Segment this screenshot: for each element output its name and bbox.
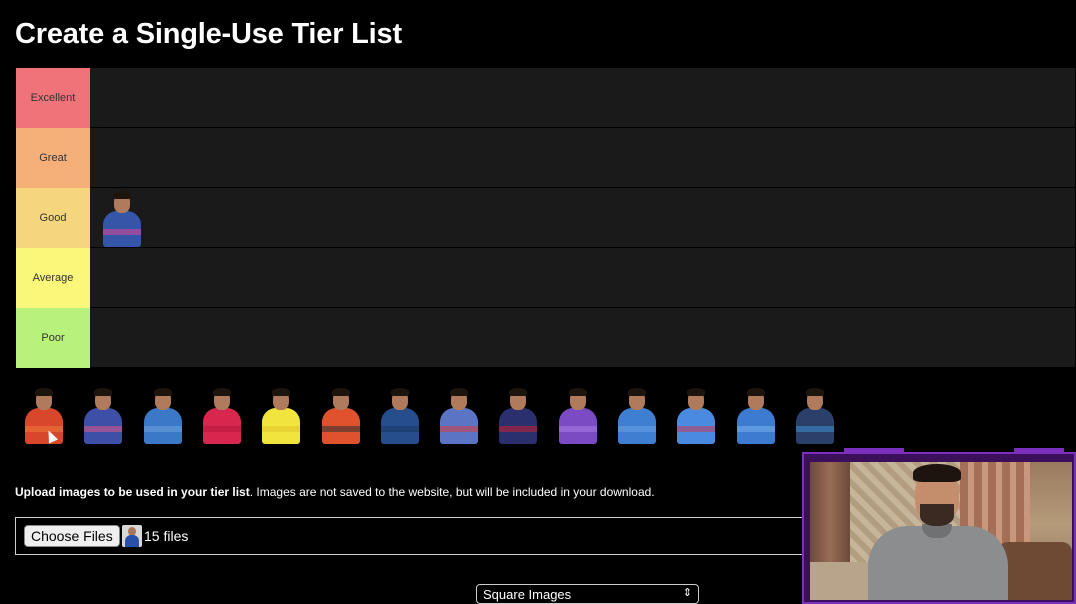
tier-row-excellent[interactable]: Excellent	[16, 68, 1075, 128]
file-thumbnail	[122, 525, 142, 547]
player-7-image[interactable]	[378, 388, 422, 444]
player-8-image[interactable]	[437, 388, 481, 444]
select-arrows-icon: ⇕	[682, 587, 692, 599]
tier-board: Excellent Great Good Average Poor	[16, 68, 1075, 368]
player-9-image[interactable]	[496, 388, 540, 444]
player-6-image[interactable]	[319, 388, 363, 444]
image-shape-selected: Square Images	[483, 587, 572, 602]
tier-row-average[interactable]: Average	[16, 248, 1075, 308]
webcam-video	[810, 462, 1072, 600]
upload-instructions-bold: Upload images to be used in your tier li…	[15, 485, 250, 499]
player-12-image[interactable]	[674, 388, 718, 444]
upload-instructions-rest: . Images are not saved to the website, b…	[249, 485, 655, 499]
page-title: Create a Single-Use Tier List	[15, 18, 402, 50]
upload-instructions: Upload images to be used in your tier li…	[15, 485, 655, 499]
unranked-image-pool	[22, 386, 852, 446]
player-4-image[interactable]	[200, 388, 244, 444]
file-upload-box: Choose Files 15 files	[15, 517, 815, 555]
image-shape-select[interactable]: Square Images ⇕	[476, 584, 699, 604]
tier-dropzone-great[interactable]	[90, 128, 1075, 188]
player-5-image[interactable]	[259, 388, 303, 444]
file-count: 15 files	[144, 528, 189, 544]
tier-label-good: Good	[16, 188, 90, 248]
webcam-overlay	[802, 448, 1076, 604]
tier-row-good[interactable]: Good	[16, 188, 1075, 248]
tier-dropzone-average[interactable]	[90, 248, 1075, 308]
tier-row-great[interactable]: Great	[16, 128, 1075, 188]
player-blue-pink-kit-image[interactable]	[100, 191, 144, 247]
tier-label-poor: Poor	[16, 308, 90, 368]
tier-label-great: Great	[16, 128, 90, 188]
player-2-image[interactable]	[81, 388, 125, 444]
player-11-image[interactable]	[615, 388, 659, 444]
player-3-image[interactable]	[141, 388, 185, 444]
tier-dropzone-good[interactable]	[90, 188, 1075, 248]
tier-label-average: Average	[16, 248, 90, 308]
choose-files-button[interactable]: Choose Files	[24, 525, 120, 547]
player-1-image[interactable]	[22, 388, 66, 444]
tier-dropzone-excellent[interactable]	[90, 68, 1075, 128]
player-14-image[interactable]	[793, 388, 837, 444]
tier-row-poor[interactable]: Poor	[16, 308, 1075, 368]
player-10-image[interactable]	[556, 388, 600, 444]
player-13-image[interactable]	[734, 388, 778, 444]
tier-dropzone-poor[interactable]	[90, 308, 1075, 368]
tier-label-excellent: Excellent	[16, 68, 90, 128]
